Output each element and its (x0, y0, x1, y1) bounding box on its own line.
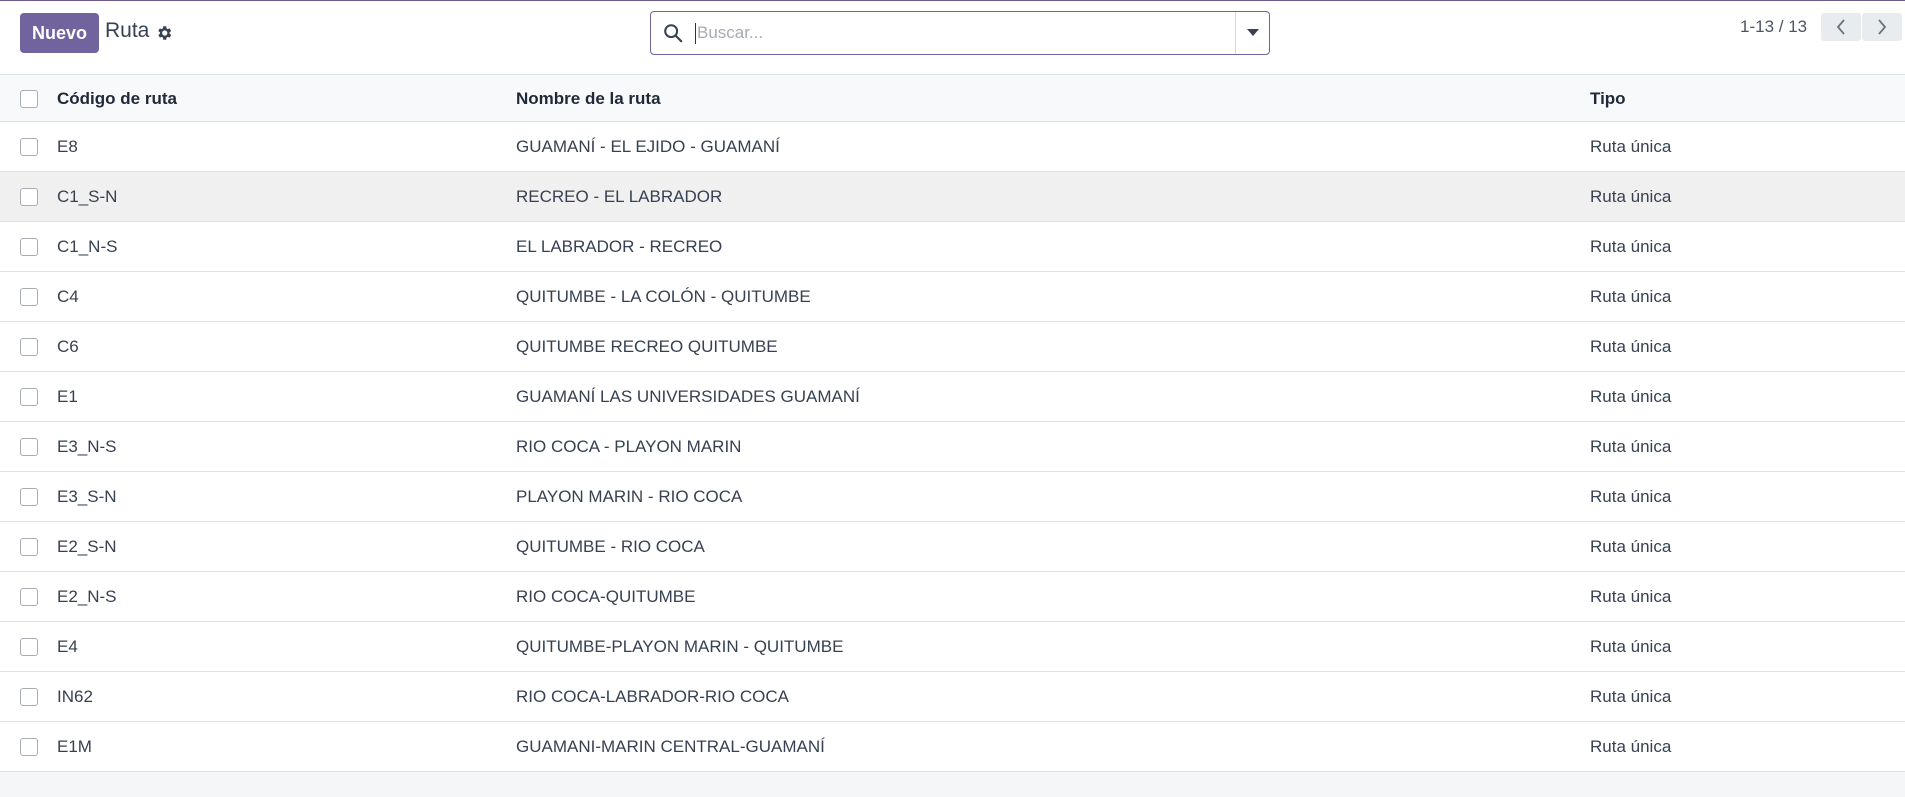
page-title: Ruta (105, 19, 150, 42)
table-row[interactable]: E3_S-N PLAYON MARIN - RIO COCA Ruta únic… (0, 472, 1905, 522)
pager-value[interactable]: 1-13 / 13 (1740, 17, 1807, 37)
route-type: Ruta única (1590, 137, 1672, 156)
table-row[interactable]: C1_S-N RECREO - EL LABRADOR Ruta única (0, 172, 1905, 222)
route-type: Ruta única (1590, 637, 1672, 656)
route-code: E8 (57, 137, 78, 156)
chevron-right-icon (1878, 19, 1887, 35)
table-row[interactable]: E1M GUAMANI-MARIN CENTRAL-GUAMANÍ Ruta ú… (0, 722, 1905, 772)
route-type: Ruta única (1590, 537, 1672, 556)
column-header-code[interactable]: Código de ruta (57, 89, 177, 109)
route-name: QUITUMBE-PLAYON MARIN - QUITUMBE (516, 637, 844, 656)
table-row[interactable]: E4 QUITUMBE-PLAYON MARIN - QUITUMBE Ruta… (0, 622, 1905, 672)
route-name: RECREO - EL LABRADOR (516, 187, 723, 206)
route-code: E1M (57, 737, 92, 756)
row-checkbox[interactable] (20, 388, 38, 406)
route-list: Código de ruta Nombre de la ruta Tipo E8… (0, 74, 1905, 772)
row-checkbox[interactable] (20, 588, 38, 606)
route-code: E2_S-N (57, 537, 117, 556)
row-checkbox[interactable] (20, 288, 38, 306)
pager-next-button[interactable] (1862, 13, 1902, 41)
table-header: Código de ruta Nombre de la ruta Tipo (0, 74, 1905, 122)
row-checkbox[interactable] (20, 338, 38, 356)
route-name: GUAMANÍ - EL EJIDO - GUAMANÍ (516, 137, 780, 156)
table-row[interactable]: E2_N-S RIO COCA-QUITUMBE Ruta única (0, 572, 1905, 622)
route-name: RIO COCA - PLAYON MARIN (516, 437, 742, 456)
table-row[interactable]: E8 GUAMANÍ - EL EJIDO - GUAMANÍ Ruta úni… (0, 122, 1905, 172)
route-code: E2_N-S (57, 587, 117, 606)
row-checkbox[interactable] (20, 488, 38, 506)
search-bar (650, 11, 1270, 55)
caret-down-icon[interactable] (1236, 12, 1270, 54)
route-type: Ruta única (1590, 187, 1672, 206)
row-checkbox[interactable] (20, 638, 38, 656)
route-name: GUAMANÍ LAS UNIVERSIDADES GUAMANÍ (516, 387, 860, 406)
text-cursor (695, 23, 696, 44)
route-type: Ruta única (1590, 237, 1672, 256)
route-name: QUITUMBE RECREO QUITUMBE (516, 337, 778, 356)
route-code: C1_S-N (57, 187, 118, 206)
row-checkbox[interactable] (20, 538, 38, 556)
column-header-name[interactable]: Nombre de la ruta (516, 89, 661, 109)
route-code: C4 (57, 287, 79, 306)
new-button[interactable]: Nuevo (20, 13, 99, 53)
row-checkbox[interactable] (20, 438, 38, 456)
route-type: Ruta única (1590, 487, 1672, 506)
route-type: Ruta única (1590, 387, 1672, 406)
row-checkbox[interactable] (20, 188, 38, 206)
chevron-left-icon (1836, 19, 1845, 35)
table-row[interactable]: C6 QUITUMBE RECREO QUITUMBE Ruta única (0, 322, 1905, 372)
column-header-type[interactable]: Tipo (1590, 89, 1626, 109)
row-checkbox[interactable] (20, 688, 38, 706)
table-row[interactable]: E3_N-S RIO COCA - PLAYON MARIN Ruta únic… (0, 422, 1905, 472)
row-checkbox[interactable] (20, 738, 38, 756)
route-code: E3_S-N (57, 487, 117, 506)
search-input[interactable] (697, 20, 1217, 46)
route-code: C6 (57, 337, 79, 356)
route-name: RIO COCA-LABRADOR-RIO COCA (516, 687, 789, 706)
route-name: RIO COCA-QUITUMBE (516, 587, 696, 606)
route-code: E4 (57, 637, 78, 656)
page: Nuevo Ruta 1-13 / 13 (0, 0, 1905, 797)
route-type: Ruta única (1590, 437, 1672, 456)
route-code: C1_N-S (57, 237, 118, 256)
route-name: EL LABRADOR - RECREO (516, 237, 723, 256)
row-checkbox[interactable] (20, 138, 38, 156)
route-type: Ruta única (1590, 287, 1672, 306)
pager-previous-button[interactable] (1821, 13, 1861, 41)
table-row[interactable]: C4 QUITUMBE - LA COLÓN - QUITUMBE Ruta ú… (0, 272, 1905, 322)
gear-icon[interactable] (155, 24, 173, 42)
table-row[interactable]: E2_S-N QUITUMBE - RIO COCA Ruta única (0, 522, 1905, 572)
route-type: Ruta única (1590, 737, 1672, 756)
route-name: PLAYON MARIN - RIO COCA (516, 487, 743, 506)
route-type: Ruta única (1590, 687, 1672, 706)
search-icon (662, 22, 684, 44)
route-code: IN62 (57, 687, 93, 706)
table-row[interactable]: E1 GUAMANÍ LAS UNIVERSIDADES GUAMANÍ Rut… (0, 372, 1905, 422)
route-code: E1 (57, 387, 78, 406)
table-row[interactable]: IN62 RIO COCA-LABRADOR-RIO COCA Ruta úni… (0, 672, 1905, 722)
route-type: Ruta única (1590, 587, 1672, 606)
route-type: Ruta única (1590, 337, 1672, 356)
route-name: QUITUMBE - LA COLÓN - QUITUMBE (516, 287, 811, 306)
row-checkbox[interactable] (20, 238, 38, 256)
route-name: GUAMANI-MARIN CENTRAL-GUAMANÍ (516, 737, 825, 756)
table-row[interactable]: C1_N-S EL LABRADOR - RECREO Ruta única (0, 222, 1905, 272)
route-name: QUITUMBE - RIO COCA (516, 537, 705, 556)
route-code: E3_N-S (57, 437, 117, 456)
select-all-checkbox[interactable] (20, 90, 38, 108)
control-panel: Nuevo Ruta 1-13 / 13 (0, 1, 1905, 74)
